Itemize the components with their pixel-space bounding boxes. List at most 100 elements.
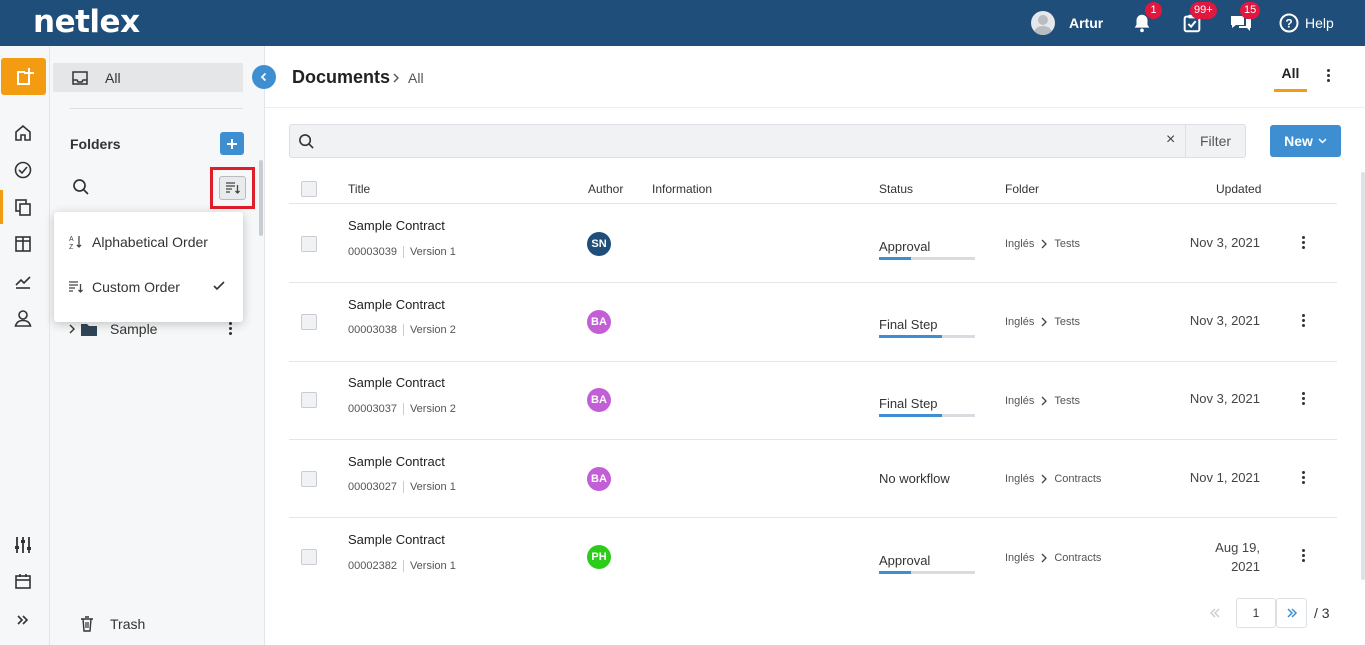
row-options-kebab[interactable] bbox=[1302, 471, 1306, 486]
collapse-sidebar-button[interactable] bbox=[252, 65, 276, 89]
row-checkbox[interactable] bbox=[301, 392, 317, 408]
table-row[interactable]: Sample Contract 00003037 Version 2 BA Fi… bbox=[289, 361, 1337, 440]
document-title[interactable]: Sample Contract bbox=[348, 532, 445, 547]
document-title[interactable]: Sample Contract bbox=[348, 454, 445, 469]
user-menu[interactable]: Artur bbox=[1031, 0, 1103, 46]
document-meta: 00003039 Version 1 bbox=[348, 246, 456, 258]
folder-name: Tests bbox=[1054, 238, 1081, 250]
new-document-button[interactable] bbox=[1, 58, 46, 95]
folder-path[interactable]: Inglés Tests bbox=[1005, 316, 1080, 328]
new-button[interactable]: New bbox=[1270, 125, 1341, 157]
tasks-button[interactable]: 99+ bbox=[1181, 0, 1217, 46]
table-row[interactable]: Sample Contract 00003027 Version 1 BA No… bbox=[289, 439, 1337, 518]
document-meta: 00003038 Version 2 bbox=[348, 324, 456, 336]
netlex-logo[interactable]: netlex bbox=[33, 4, 140, 40]
expand-rail-button[interactable] bbox=[0, 603, 46, 637]
updated-date: Nov 3, 2021 bbox=[1189, 235, 1260, 250]
row-checkbox[interactable] bbox=[301, 314, 317, 330]
column-updated[interactable]: Updated bbox=[1216, 182, 1261, 196]
status-progress bbox=[879, 257, 975, 260]
status-progress-fill bbox=[879, 414, 943, 417]
updated-date: Aug 19, 2021 bbox=[1215, 538, 1260, 576]
select-all-checkbox[interactable] bbox=[301, 181, 317, 197]
folder-search-button[interactable] bbox=[72, 178, 90, 196]
row-options-kebab[interactable] bbox=[1302, 314, 1306, 329]
kanban-icon bbox=[15, 236, 31, 252]
top-bar: netlex Artur 1 99+ 15 ? Help bbox=[0, 0, 1365, 46]
chevron-right-icon[interactable] bbox=[68, 324, 76, 334]
sort-alphabetical-option[interactable]: AZ Alphabetical Order bbox=[54, 222, 243, 262]
double-chevron-right-icon bbox=[1286, 608, 1297, 618]
all-documents-item[interactable]: All bbox=[53, 63, 243, 92]
home-nav[interactable] bbox=[0, 116, 46, 150]
column-title[interactable]: Title bbox=[348, 182, 370, 196]
table-row[interactable]: Sample Contract 00002382 Version 1 PH Ap… bbox=[289, 518, 1337, 597]
clear-search-button[interactable]: × bbox=[1166, 131, 1175, 149]
folder-item-sample[interactable]: Sample bbox=[68, 319, 243, 339]
page-number-input[interactable]: 1 bbox=[1236, 598, 1276, 628]
page-options-kebab[interactable] bbox=[1327, 69, 1330, 84]
sort-alpha-icon: AZ bbox=[69, 236, 82, 250]
row-options-kebab[interactable] bbox=[1302, 392, 1306, 407]
help-button[interactable]: ? Help bbox=[1279, 0, 1334, 46]
sidebar-scrollbar[interactable] bbox=[259, 160, 263, 236]
row-options-kebab[interactable] bbox=[1302, 549, 1306, 564]
messages-button[interactable]: 15 bbox=[1229, 0, 1261, 46]
document-title[interactable]: Sample Contract bbox=[348, 218, 445, 233]
folder-root: Inglés bbox=[1005, 473, 1035, 485]
row-checkbox[interactable] bbox=[301, 549, 317, 565]
status-progress-fill bbox=[879, 257, 911, 260]
chart-icon bbox=[15, 276, 31, 289]
calendar-nav[interactable] bbox=[0, 564, 46, 598]
folder-path[interactable]: Inglés Contracts bbox=[1005, 473, 1101, 485]
contacts-nav[interactable] bbox=[0, 301, 46, 335]
table-row[interactable]: Sample Contract 00003038 Version 2 BA Fi… bbox=[289, 283, 1337, 362]
row-options-kebab[interactable] bbox=[1302, 236, 1306, 251]
documents-nav[interactable] bbox=[0, 190, 46, 224]
table-row[interactable]: Sample Contract 00003039 Version 1 SN Ap… bbox=[289, 204, 1337, 283]
author-avatar: BA bbox=[587, 310, 611, 334]
dashboard-nav[interactable] bbox=[0, 153, 46, 187]
column-author[interactable]: Author bbox=[588, 182, 623, 196]
previous-page-icon[interactable] bbox=[1209, 607, 1221, 619]
chevron-right-icon bbox=[1041, 474, 1048, 484]
breadcrumb-chevron-icon bbox=[393, 73, 399, 83]
folder-root: Inglés bbox=[1005, 395, 1035, 407]
search-input[interactable] bbox=[322, 125, 1152, 157]
document-title[interactable]: Sample Contract bbox=[348, 297, 445, 312]
sort-custom-label: Custom Order bbox=[92, 279, 180, 295]
all-documents-label: All bbox=[105, 69, 121, 86]
folder-options-kebab[interactable] bbox=[229, 322, 232, 337]
add-folder-button[interactable] bbox=[220, 132, 244, 155]
folder-name: Contracts bbox=[1054, 552, 1102, 564]
chevron-right-icon bbox=[1041, 553, 1048, 563]
column-folder[interactable]: Folder bbox=[1005, 182, 1039, 196]
checkmark-icon bbox=[213, 281, 225, 291]
document-number: 00003038 bbox=[348, 324, 397, 336]
column-status[interactable]: Status bbox=[879, 182, 913, 196]
sort-folders-button[interactable] bbox=[219, 176, 246, 200]
notifications-button[interactable]: 1 bbox=[1131, 0, 1162, 46]
main-scrollbar[interactable] bbox=[1361, 172, 1365, 580]
row-checkbox[interactable] bbox=[301, 236, 317, 252]
folder-path[interactable]: Inglés Tests bbox=[1005, 238, 1080, 250]
board-nav[interactable] bbox=[0, 227, 46, 261]
trash-item[interactable]: Trash bbox=[80, 616, 145, 632]
sort-custom-option[interactable]: Custom Order bbox=[54, 267, 243, 307]
breadcrumb[interactable]: All bbox=[408, 70, 424, 86]
sort-icon bbox=[225, 182, 240, 194]
folder-path[interactable]: Inglés Tests bbox=[1005, 395, 1080, 407]
document-title[interactable]: Sample Contract bbox=[348, 375, 445, 390]
status-label: No workflow bbox=[879, 471, 950, 486]
settings-nav[interactable] bbox=[0, 528, 46, 562]
column-information[interactable]: Information bbox=[652, 182, 712, 196]
folder-path[interactable]: Inglés Contracts bbox=[1005, 552, 1101, 564]
tab-all[interactable]: All bbox=[1274, 65, 1307, 92]
reports-nav[interactable] bbox=[0, 264, 46, 298]
chevron-right-icon bbox=[1041, 317, 1048, 327]
folder-name: Contracts bbox=[1054, 473, 1102, 485]
next-page-button[interactable] bbox=[1276, 598, 1307, 628]
filter-button[interactable]: Filter bbox=[1185, 125, 1245, 157]
status-label: Approval bbox=[879, 553, 931, 568]
row-checkbox[interactable] bbox=[301, 471, 317, 487]
